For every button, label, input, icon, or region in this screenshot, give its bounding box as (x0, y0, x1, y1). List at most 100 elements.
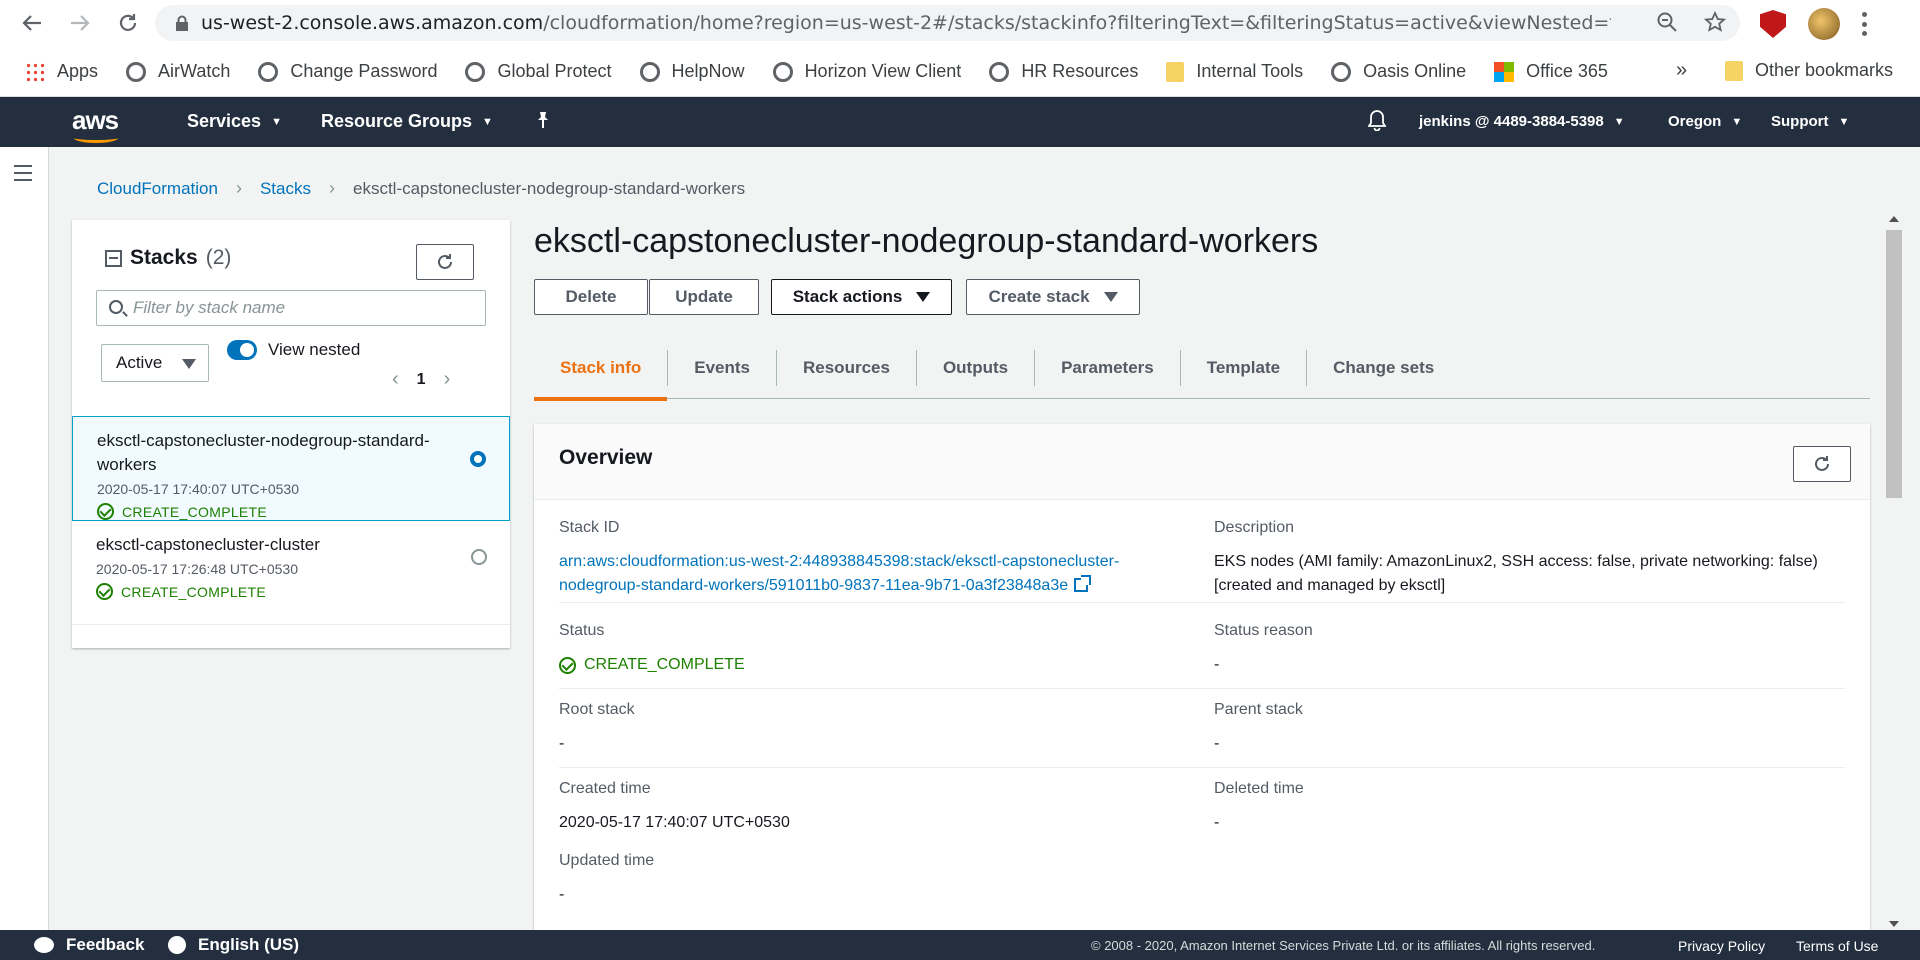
bookmarks-overflow-button[interactable]: » (1676, 59, 1687, 82)
scrollbar-thumb[interactable] (1886, 230, 1902, 498)
menu-hamburger-icon[interactable] (14, 165, 32, 181)
update-button[interactable]: Update (649, 279, 759, 315)
tab-outputs[interactable]: Outputs (917, 349, 1036, 386)
bookmark-office-365[interactable]: Office 365 (1494, 61, 1608, 82)
bookmark-apps[interactable]: Apps (25, 61, 98, 82)
account-label: jenkins @ 4489-3884-5398 (1419, 113, 1604, 130)
reload-icon[interactable] (108, 3, 148, 43)
region-menu[interactable]: Oregon ▼ (1668, 113, 1742, 130)
field-value: - (559, 886, 565, 903)
breadcrumb-stacks[interactable]: Stacks (260, 179, 311, 199)
globe-icon (168, 936, 186, 954)
field-label: Updated time (559, 852, 655, 869)
zoom-icon[interactable] (1656, 11, 1678, 39)
stack-actions-label: Stack actions (792, 287, 903, 306)
page-title: eksctl-capstonecluster-nodegroup-standar… (534, 222, 1319, 260)
scroll-down-icon[interactable] (1889, 921, 1899, 927)
stack-list-item[interactable]: eksctl-capstonecluster-nodegroup-standar… (72, 416, 510, 521)
globe-icon (258, 61, 279, 82)
description-line1: EKS nodes (AMI family: AmazonLinux2, SSH… (1214, 553, 1818, 570)
privacy-policy-link[interactable]: Privacy Policy (1678, 938, 1765, 954)
profile-avatar[interactable] (1808, 8, 1840, 40)
aws-logo[interactable]: aws (72, 105, 119, 143)
bookmark-change-password[interactable]: Change Password (258, 61, 437, 82)
overview-refresh-button[interactable] (1793, 446, 1851, 482)
language-selector[interactable]: English (US) (168, 935, 299, 955)
refresh-icon (1815, 456, 1829, 471)
delete-button[interactable]: Delete (534, 279, 648, 315)
bookmark-label: AirWatch (158, 61, 231, 81)
external-link-icon (1074, 575, 1092, 592)
feedback-label: Feedback (66, 935, 145, 954)
breadcrumb-current: eksctl-capstonecluster-nodegroup-standar… (352, 178, 746, 198)
feedback-button[interactable]: Feedback (34, 935, 144, 955)
stack-actions-button[interactable]: Stack actions (771, 279, 952, 315)
url-host: us-west-2.console.aws.amazon.com (201, 12, 544, 34)
stack-radio-selected[interactable] (470, 451, 486, 467)
stack-status: CREATE_COMPLETE (97, 503, 485, 520)
notifications-bell-icon[interactable] (1367, 109, 1387, 132)
caret-down-icon: ▼ (482, 115, 493, 128)
pin-icon[interactable] (535, 111, 551, 134)
bookmark-horizon-view-client[interactable]: Horizon View Client (772, 61, 961, 82)
status-filter-select[interactable]: Active (101, 344, 209, 382)
stack-id-link[interactable]: arn:aws:cloudformation:us-west-2:4489388… (559, 550, 1199, 598)
support-menu[interactable]: Support ▼ (1771, 113, 1849, 130)
collapse-icon[interactable] (105, 249, 122, 267)
page-prev-icon[interactable]: ‹ (392, 368, 399, 391)
account-menu[interactable]: jenkins @ 4489-3884-5398 ▼ (1419, 113, 1625, 130)
terms-of-use-link[interactable]: Terms of Use (1796, 938, 1878, 954)
page-number[interactable]: 1 (417, 371, 426, 389)
bookmark-label: Internal Tools (1196, 61, 1304, 81)
tab-stack-info[interactable]: Stack info (534, 349, 669, 401)
stack-name[interactable]: eksctl-capstonecluster-cluster (96, 533, 446, 557)
tab-template[interactable]: Template (1181, 349, 1308, 386)
region-label: Oregon (1668, 113, 1722, 130)
page-next-icon[interactable]: › (444, 368, 451, 391)
caret-down-icon (916, 292, 931, 302)
stack-name[interactable]: eksctl-capstonecluster-nodegroup-standar… (97, 429, 447, 477)
bookmarks-bar: Apps AirWatch Change Password Global Pro… (0, 47, 1920, 97)
bookmark-global-protect[interactable]: Global Protect (465, 61, 612, 82)
caret-down-icon: ▼ (1838, 115, 1850, 128)
overview-title: Overview (559, 446, 653, 469)
address-bar[interactable]: us-west-2.console.aws.amazon.com/cloudfo… (155, 5, 1740, 41)
overview-row: Root stack - Parent stack - (559, 701, 1845, 768)
create-stack-button[interactable]: Create stack (966, 279, 1140, 315)
services-menu[interactable]: Services ▼ (187, 111, 282, 132)
breadcrumb-cloudformation[interactable]: CloudFormation (97, 179, 218, 199)
caret-down-icon: ▼ (271, 115, 282, 128)
field-value: - (1214, 656, 1220, 673)
view-nested-toggle[interactable] (227, 340, 257, 360)
page-scrollbar[interactable] (1884, 213, 1904, 930)
bookmark-internal-tools[interactable]: Internal Tools (1166, 61, 1303, 82)
bookmark-helpnow[interactable]: HelpNow (639, 61, 745, 82)
tab-parameters[interactable]: Parameters (1035, 349, 1181, 386)
field-label: Stack ID (559, 519, 620, 536)
caret-down-icon: ▼ (1613, 115, 1625, 128)
stack-time: 2020-05-17 17:40:07 UTC+0530 (97, 481, 299, 497)
bookmark-star-icon[interactable] (1703, 10, 1727, 39)
back-icon[interactable] (12, 3, 52, 43)
mcafee-extension-icon[interactable] (1760, 10, 1786, 38)
field-label: Status (559, 622, 605, 639)
bookmark-label: Oasis Online (1363, 61, 1467, 81)
forward-icon[interactable] (60, 3, 100, 43)
bookmark-oasis-online[interactable]: Oasis Online (1331, 61, 1466, 82)
bookmark-other[interactable]: Other bookmarks (1725, 60, 1893, 81)
stack-radio[interactable] (471, 549, 487, 565)
stack-list-item[interactable]: eksctl-capstonecluster-cluster 2020-05-1… (72, 521, 510, 625)
tab-resources[interactable]: Resources (777, 349, 917, 386)
search-icon (109, 300, 123, 314)
stack-filter-input[interactable]: Filter by stack name (96, 290, 486, 326)
field-value: - (1214, 735, 1220, 752)
tab-change-sets[interactable]: Change sets (1307, 350, 1460, 386)
bookmark-airwatch[interactable]: AirWatch (126, 61, 230, 82)
resource-groups-label: Resource Groups (321, 111, 473, 131)
resource-groups-menu[interactable]: Resource Groups ▼ (321, 111, 493, 132)
scroll-up-icon[interactable] (1889, 216, 1899, 222)
bookmark-hr-resources[interactable]: HR Resources (989, 61, 1138, 82)
stacks-refresh-button[interactable] (416, 244, 474, 280)
browser-menu-icon[interactable] (1862, 12, 1868, 36)
tab-events[interactable]: Events (668, 349, 777, 386)
